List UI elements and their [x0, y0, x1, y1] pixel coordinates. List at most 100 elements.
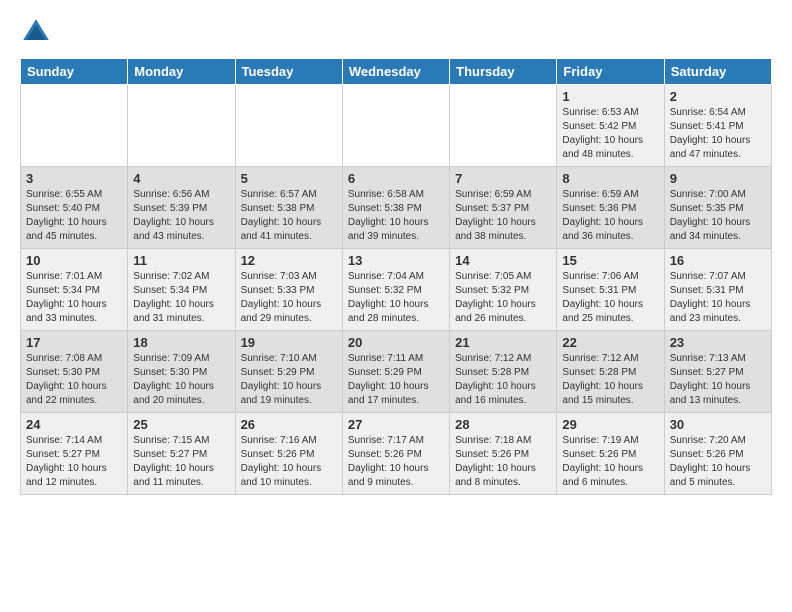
day-number: 1 [562, 89, 658, 104]
day-cell: 10 Sunrise: 7:01 AM Sunset: 5:34 PM Dayli… [21, 249, 128, 331]
day-info: Sunrise: 7:19 AM Sunset: 5:26 PM Dayligh… [562, 434, 658, 490]
header-row: SundayMondayTuesdayWednesdayThursdayFrid… [21, 59, 772, 85]
day-info: Sunrise: 7:16 AM Sunset: 5:26 PM Dayligh… [241, 434, 337, 490]
day-cell: 12Sunrise: 7:03 AM Sunset: 5:33 PM Dayli… [235, 249, 342, 331]
day-number: 19 [241, 335, 337, 350]
day-info: Sunrise: 7:05 AM Sunset: 5:32 PM Dayligh… [455, 270, 551, 326]
day-info: Sunrise: 7:12 AM Sunset: 5:28 PM Dayligh… [455, 352, 551, 408]
day-cell [21, 85, 128, 167]
day-cell: 1 Sunrise: 6:53 AM Sunset: 5:42 PM Daylig… [557, 85, 664, 167]
day-info: Sunrise: 6:59 AM Sunset: 5:36 PM Dayligh… [562, 188, 658, 244]
logo-icon [20, 16, 52, 48]
day-info: Sunrise: 7:00 AM Sunset: 5:35 PM Dayligh… [670, 188, 766, 244]
day-cell: 11Sunrise: 7:02 AM Sunset: 5:34 PM Dayli… [128, 249, 235, 331]
logo [20, 16, 56, 48]
day-number: 21 [455, 335, 551, 350]
day-header: Saturday [664, 59, 771, 85]
day-header: Sunday [21, 59, 128, 85]
day-cell: 17 Sunrise: 7:08 AM Sunset: 5:30 PM Dayli… [21, 331, 128, 413]
header [20, 16, 772, 48]
day-number: 8 [562, 171, 658, 186]
day-info: Sunrise: 6:55 AM Sunset: 5:40 PM Dayligh… [26, 188, 122, 244]
day-header: Tuesday [235, 59, 342, 85]
day-cell: 27 Sunrise: 7:17 AM Sunset: 5:26 PM Dayli… [342, 413, 449, 495]
day-info: Sunrise: 7:06 AM Sunset: 5:31 PM Dayligh… [562, 270, 658, 326]
day-cell: 30 Sunrise: 7:20 AM Sunset: 5:26 PM Dayli… [664, 413, 771, 495]
page: SundayMondayTuesdayWednesdayThursdayFrid… [0, 0, 792, 511]
day-header: Wednesday [342, 59, 449, 85]
day-number: 5 [241, 171, 337, 186]
week-row: 24 Sunrise: 7:14 AM Sunset: 5:27 PM Dayli… [21, 413, 772, 495]
day-info: Sunrise: 7:17 AM Sunset: 5:26 PM Dayligh… [348, 434, 444, 490]
day-cell: 16Sunrise: 7:07 AM Sunset: 5:31 PM Dayli… [664, 249, 771, 331]
day-number: 4 [133, 171, 229, 186]
day-cell: 6 Sunrise: 6:58 AM Sunset: 5:38 PM Daylig… [342, 167, 449, 249]
day-number: 30 [670, 417, 766, 432]
day-header: Friday [557, 59, 664, 85]
day-number: 18 [133, 335, 229, 350]
day-info: Sunrise: 6:57 AM Sunset: 5:38 PM Dayligh… [241, 188, 337, 244]
day-number: 14 [455, 253, 551, 268]
day-info: Sunrise: 6:54 AM Sunset: 5:41 PM Dayligh… [670, 106, 766, 162]
day-info: Sunrise: 7:12 AM Sunset: 5:28 PM Dayligh… [562, 352, 658, 408]
day-cell: 19 Sunrise: 7:10 AM Sunset: 5:29 PM Dayli… [235, 331, 342, 413]
day-info: Sunrise: 6:53 AM Sunset: 5:42 PM Dayligh… [562, 106, 658, 162]
day-number: 9 [670, 171, 766, 186]
day-number: 2 [670, 89, 766, 104]
day-cell: 15 Sunrise: 7:06 AM Sunset: 5:31 PM Dayli… [557, 249, 664, 331]
day-number: 20 [348, 335, 444, 350]
day-info: Sunrise: 7:13 AM Sunset: 5:27 PM Dayligh… [670, 352, 766, 408]
day-number: 7 [455, 171, 551, 186]
day-number: 13 [348, 253, 444, 268]
day-number: 29 [562, 417, 658, 432]
day-cell: 20 Sunrise: 7:11 AM Sunset: 5:29 PM Dayli… [342, 331, 449, 413]
day-cell: 7 Sunrise: 6:59 AM Sunset: 5:37 PM Daylig… [450, 167, 557, 249]
day-number: 27 [348, 417, 444, 432]
day-info: Sunrise: 7:02 AM Sunset: 5:34 PM Dayligh… [133, 270, 229, 326]
day-cell [342, 85, 449, 167]
day-info: Sunrise: 7:15 AM Sunset: 5:27 PM Dayligh… [133, 434, 229, 490]
day-info: Sunrise: 7:11 AM Sunset: 5:29 PM Dayligh… [348, 352, 444, 408]
day-number: 23 [670, 335, 766, 350]
day-cell: 25 Sunrise: 7:15 AM Sunset: 5:27 PM Dayli… [128, 413, 235, 495]
day-number: 25 [133, 417, 229, 432]
day-cell: 22Sunrise: 7:12 AM Sunset: 5:28 PM Dayli… [557, 331, 664, 413]
week-row: 3 Sunrise: 6:55 AM Sunset: 5:40 PM Daylig… [21, 167, 772, 249]
week-row: 17 Sunrise: 7:08 AM Sunset: 5:30 PM Dayli… [21, 331, 772, 413]
day-number: 10 [26, 253, 122, 268]
day-cell: 13 Sunrise: 7:04 AM Sunset: 5:32 PM Dayli… [342, 249, 449, 331]
day-number: 24 [26, 417, 122, 432]
day-cell: 29 Sunrise: 7:19 AM Sunset: 5:26 PM Dayli… [557, 413, 664, 495]
day-info: Sunrise: 7:08 AM Sunset: 5:30 PM Dayligh… [26, 352, 122, 408]
day-info: Sunrise: 7:14 AM Sunset: 5:27 PM Dayligh… [26, 434, 122, 490]
day-number: 15 [562, 253, 658, 268]
day-number: 16 [670, 253, 766, 268]
day-number: 26 [241, 417, 337, 432]
day-header: Thursday [450, 59, 557, 85]
day-cell: 14 Sunrise: 7:05 AM Sunset: 5:32 PM Dayli… [450, 249, 557, 331]
day-info: Sunrise: 7:20 AM Sunset: 5:26 PM Dayligh… [670, 434, 766, 490]
day-number: 3 [26, 171, 122, 186]
calendar: SundayMondayTuesdayWednesdayThursdayFrid… [20, 58, 772, 495]
day-info: Sunrise: 7:04 AM Sunset: 5:32 PM Dayligh… [348, 270, 444, 326]
day-cell: 23 Sunrise: 7:13 AM Sunset: 5:27 PM Dayli… [664, 331, 771, 413]
day-cell [128, 85, 235, 167]
day-number: 28 [455, 417, 551, 432]
day-cell: 3 Sunrise: 6:55 AM Sunset: 5:40 PM Daylig… [21, 167, 128, 249]
day-info: Sunrise: 6:59 AM Sunset: 5:37 PM Dayligh… [455, 188, 551, 244]
day-info: Sunrise: 7:09 AM Sunset: 5:30 PM Dayligh… [133, 352, 229, 408]
day-info: Sunrise: 7:18 AM Sunset: 5:26 PM Dayligh… [455, 434, 551, 490]
week-row: 1 Sunrise: 6:53 AM Sunset: 5:42 PM Daylig… [21, 85, 772, 167]
day-number: 17 [26, 335, 122, 350]
day-number: 6 [348, 171, 444, 186]
day-cell: 18 Sunrise: 7:09 AM Sunset: 5:30 PM Dayli… [128, 331, 235, 413]
day-cell: 9 Sunrise: 7:00 AM Sunset: 5:35 PM Daylig… [664, 167, 771, 249]
day-cell: 2 Sunrise: 6:54 AM Sunset: 5:41 PM Daylig… [664, 85, 771, 167]
day-cell: 21 Sunrise: 7:12 AM Sunset: 5:28 PM Dayli… [450, 331, 557, 413]
day-info: Sunrise: 7:10 AM Sunset: 5:29 PM Dayligh… [241, 352, 337, 408]
day-info: Sunrise: 7:01 AM Sunset: 5:34 PM Dayligh… [26, 270, 122, 326]
day-cell: 8 Sunrise: 6:59 AM Sunset: 5:36 PM Daylig… [557, 167, 664, 249]
day-info: Sunrise: 6:58 AM Sunset: 5:38 PM Dayligh… [348, 188, 444, 244]
day-cell [450, 85, 557, 167]
day-cell: 26 Sunrise: 7:16 AM Sunset: 5:26 PM Dayli… [235, 413, 342, 495]
